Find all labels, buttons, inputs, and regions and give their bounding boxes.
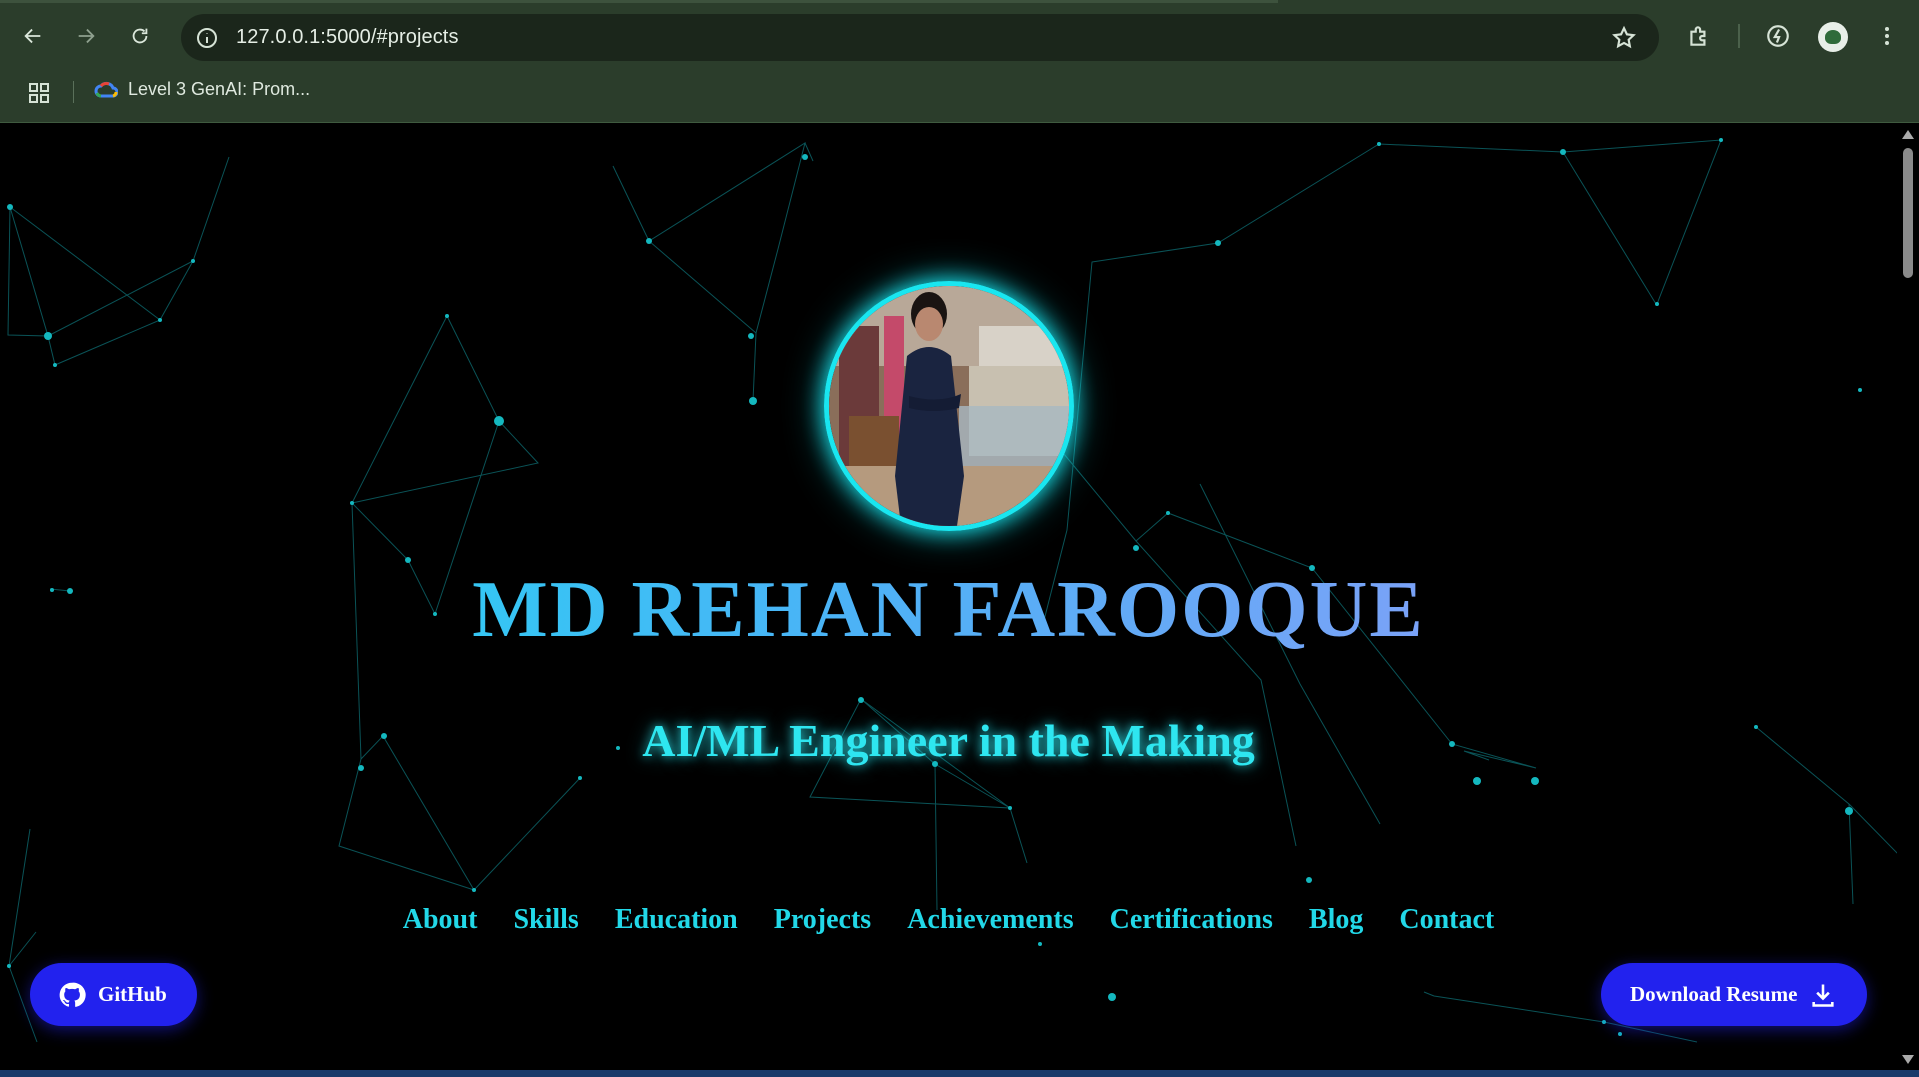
page-viewport: MD REHAN FAROOQUE AI/ML Engineer in the … bbox=[0, 124, 1897, 1070]
url-text[interactable]: 127.0.0.1:5000/#projects bbox=[236, 26, 459, 49]
main-nav: About Skills Education Projects Achievem… bbox=[0, 904, 1897, 936]
profile-photo-illustration bbox=[829, 286, 1069, 526]
bookmark-label: Level 3 GenAI: Prom... bbox=[128, 79, 311, 99]
taskbar-edge bbox=[0, 1070, 1919, 1077]
bookmarks-divider bbox=[73, 81, 74, 103]
browser-chrome: 127.0.0.1:5000/#projects Level 3 GenAI: … bbox=[0, 0, 1919, 123]
nav-contact[interactable]: Contact bbox=[1399, 904, 1494, 936]
nav-certifications[interactable]: Certifications bbox=[1110, 904, 1273, 936]
nav-about[interactable]: About bbox=[403, 904, 478, 936]
profile-photo bbox=[824, 281, 1074, 531]
profile-avatar[interactable] bbox=[1818, 22, 1848, 52]
bookmarks-bar: Level 3 GenAI: Prom... bbox=[0, 75, 1919, 109]
more-menu-icon[interactable] bbox=[1871, 20, 1903, 52]
scroll-up-arrow-icon[interactable] bbox=[1902, 130, 1914, 139]
reload-icon[interactable] bbox=[122, 18, 158, 54]
nav-skills[interactable]: Skills bbox=[513, 904, 578, 936]
github-icon bbox=[59, 982, 86, 1007]
site-info-icon[interactable] bbox=[195, 26, 219, 50]
back-arrow-icon[interactable] bbox=[15, 18, 51, 54]
github-button-label: GitHub bbox=[98, 982, 167, 1006]
page-scrollbar[interactable] bbox=[1897, 124, 1919, 1070]
nav-projects[interactable]: Projects bbox=[774, 904, 871, 936]
bookmark-star-icon[interactable] bbox=[1611, 25, 1637, 51]
tab-strip-accent bbox=[0, 0, 1278, 3]
download-resume-label: Download Resume bbox=[1630, 982, 1798, 1006]
nav-achievements[interactable]: Achievements bbox=[907, 904, 1073, 936]
google-cloud-icon bbox=[94, 81, 118, 97]
download-resume-button[interactable]: Download Resume bbox=[1601, 963, 1867, 1026]
performance-icon[interactable] bbox=[1762, 20, 1794, 52]
scroll-down-arrow-icon[interactable] bbox=[1902, 1055, 1914, 1064]
address-bar[interactable]: 127.0.0.1:5000/#projects bbox=[181, 14, 1659, 61]
hero-tagline: AI/ML Engineer in the Making bbox=[642, 715, 1255, 766]
scroll-thumb[interactable] bbox=[1903, 148, 1913, 278]
github-button[interactable]: GitHub bbox=[30, 963, 197, 1026]
bookmark-item[interactable]: Level 3 GenAI: Prom... bbox=[94, 79, 310, 100]
apps-grid-icon[interactable] bbox=[27, 81, 51, 105]
nav-blog[interactable]: Blog bbox=[1309, 904, 1363, 936]
download-icon bbox=[1812, 984, 1835, 1007]
forward-arrow-icon[interactable] bbox=[68, 18, 104, 54]
extensions-icon[interactable] bbox=[1683, 20, 1715, 52]
toolbar-divider bbox=[1738, 24, 1740, 48]
hero-name: MD REHAN FAROOQUE bbox=[472, 566, 1425, 654]
nav-education[interactable]: Education bbox=[615, 904, 738, 936]
